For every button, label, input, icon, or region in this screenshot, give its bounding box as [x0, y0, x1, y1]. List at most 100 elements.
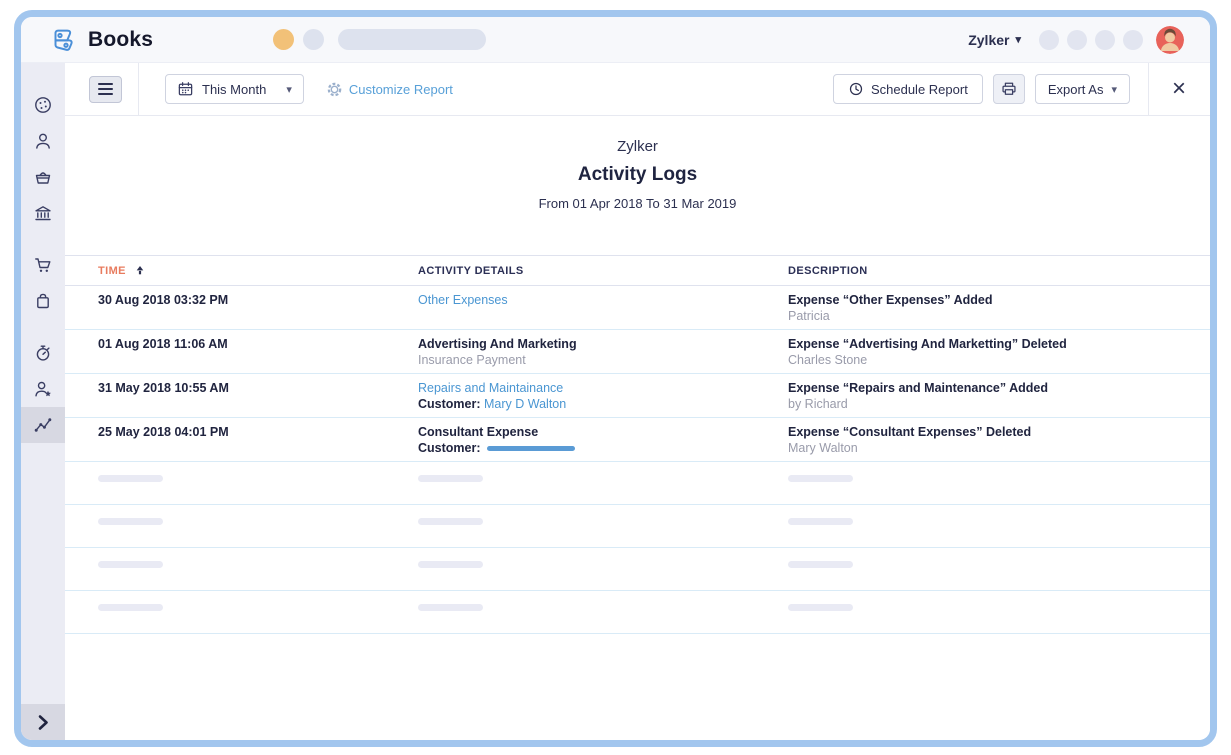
report-toolbar: This Month ▾ Customize Report — [65, 63, 1210, 116]
schedule-report-button[interactable]: Schedule Report — [833, 74, 983, 104]
sidebar-item-banking[interactable] — [21, 195, 65, 231]
printer-icon — [1000, 80, 1018, 98]
column-header-activity-details[interactable]: ACTIVITY DETAILS — [418, 265, 788, 277]
bag-icon — [33, 291, 53, 311]
sidebar-item-items[interactable] — [21, 159, 65, 195]
print-button[interactable] — [993, 74, 1025, 104]
customer-label: Customer: — [418, 397, 481, 411]
skeleton-bar — [418, 518, 483, 525]
report-date-range: From 01 Apr 2018 To 31 Mar 2019 — [65, 196, 1210, 211]
row-time: 31 May 2018 10:55 AM — [98, 380, 418, 412]
skeleton-bar — [98, 604, 163, 611]
app-window: Books Zylker ▾ — [14, 10, 1217, 747]
close-report-button[interactable]: × — [1172, 77, 1186, 101]
topbar-icon-1[interactable] — [1039, 30, 1059, 50]
toolbar-divider — [138, 63, 139, 115]
topbar-icon-2[interactable] — [1067, 30, 1087, 50]
cart-icon — [33, 255, 53, 275]
reports-chart-icon — [33, 415, 53, 435]
skeleton-bar — [788, 518, 853, 525]
description-text: Expense “Other Expenses” Added — [788, 292, 1190, 308]
sidebar-item-reports[interactable] — [21, 407, 65, 443]
column-header-description[interactable]: DESCRIPTION — [788, 265, 1190, 277]
caret-down-icon: ▾ — [286, 83, 292, 96]
loading-row — [65, 505, 1210, 548]
caret-down-icon: ▾ — [1111, 83, 1117, 96]
skeleton-bar — [98, 475, 163, 482]
content-filler — [65, 634, 1210, 740]
skeleton-bar — [788, 475, 853, 482]
top-bar: Books Zylker ▾ — [21, 17, 1210, 63]
org-switcher[interactable]: Zylker ▾ — [968, 32, 1021, 48]
sidebar-item-sales[interactable] — [21, 247, 65, 283]
skeleton-bar — [418, 475, 483, 482]
sort-ascending-icon — [136, 266, 144, 275]
description-user: Mary Walton — [788, 440, 1190, 456]
loading-row — [65, 548, 1210, 591]
loading-row — [65, 462, 1210, 505]
table-header-row: TIME ACTIVITY DETAILS DESCRIPTION — [65, 255, 1210, 286]
description-user: Patricia — [788, 308, 1190, 324]
chevron-right-icon — [33, 712, 53, 732]
topbar-center-widgets — [273, 29, 486, 50]
calendar-icon — [177, 80, 194, 98]
customize-report-button[interactable]: Customize Report — [326, 81, 453, 98]
avatar-image — [1156, 26, 1184, 54]
sidebar-item-dashboard[interactable] — [21, 87, 65, 123]
org-name: Zylker — [968, 32, 1009, 48]
row-time: 01 Aug 2018 11:06 AM — [98, 336, 418, 368]
topbar-icon-3[interactable] — [1095, 30, 1115, 50]
dashboard-icon — [33, 95, 53, 115]
activity-title: Consultant Expense — [418, 424, 788, 440]
clock-icon — [848, 81, 864, 97]
search-bar[interactable] — [338, 29, 486, 50]
time-header-label: TIME — [98, 265, 126, 277]
caret-down-icon: ▾ — [1015, 33, 1021, 46]
left-sidebar — [21, 63, 65, 740]
basket-icon — [33, 167, 53, 187]
skeleton-bar — [788, 604, 853, 611]
redacted-customer-bar — [487, 446, 575, 451]
books-logo[interactable]: Books — [48, 25, 153, 55]
description-text: Expense “Repairs and Maintenance” Added — [788, 380, 1190, 396]
skeleton-bar — [98, 561, 163, 568]
sidebar-item-contacts[interactable] — [21, 123, 65, 159]
customer-link[interactable]: Mary D Walton — [484, 397, 566, 411]
export-as-button[interactable]: Export As ▾ — [1035, 74, 1130, 104]
column-header-time[interactable]: TIME — [98, 265, 418, 277]
period-label: This Month — [202, 82, 266, 97]
activity-subtitle: Insurance Payment — [418, 352, 788, 368]
sidebar-expand-button[interactable] — [21, 704, 65, 740]
table-row: 30 Aug 2018 03:32 PM Other Expenses Expe… — [65, 286, 1210, 330]
customize-report-label: Customize Report — [349, 82, 453, 97]
topbar-right: Zylker ▾ — [968, 26, 1184, 54]
loading-row — [65, 591, 1210, 634]
period-dropdown[interactable]: This Month ▾ — [165, 74, 304, 104]
report-org-name: Zylker — [65, 138, 1210, 155]
contacts-icon — [33, 131, 53, 151]
sidebar-item-time-tracking[interactable] — [21, 335, 65, 371]
notification-dot-icon[interactable] — [273, 29, 294, 50]
topbar-icon-4[interactable] — [1123, 30, 1143, 50]
accountant-icon — [33, 379, 53, 399]
user-avatar[interactable] — [1156, 26, 1184, 54]
description-text: Expense “Consultant Expenses” Deleted — [788, 424, 1190, 440]
topbar-circle-icon[interactable] — [303, 29, 324, 50]
skeleton-bar — [98, 518, 163, 525]
table-row: 01 Aug 2018 11:06 AM Advertising And Mar… — [65, 330, 1210, 374]
description-user: by Richard — [788, 396, 1190, 412]
description-user: Charles Stone — [788, 352, 1190, 368]
sidebar-item-accountant[interactable] — [21, 371, 65, 407]
table-row: 25 May 2018 04:01 PM Consultant Expense … — [65, 418, 1210, 462]
skeleton-bar — [788, 561, 853, 568]
sidebar-item-purchases[interactable] — [21, 283, 65, 319]
skeleton-bar — [418, 561, 483, 568]
reports-menu-button[interactable] — [89, 76, 122, 103]
description-text: Expense “Advertising And Marketting” Del… — [788, 336, 1190, 352]
row-time: 30 Aug 2018 03:32 PM — [98, 292, 418, 324]
activity-link[interactable]: Other Expenses — [418, 293, 508, 307]
table-row: 31 May 2018 10:55 AM Repairs and Maintai… — [65, 374, 1210, 418]
activity-title: Advertising And Marketing — [418, 336, 788, 352]
activity-link[interactable]: Repairs and Maintainance — [418, 381, 563, 395]
toolbar-divider — [1148, 63, 1149, 115]
